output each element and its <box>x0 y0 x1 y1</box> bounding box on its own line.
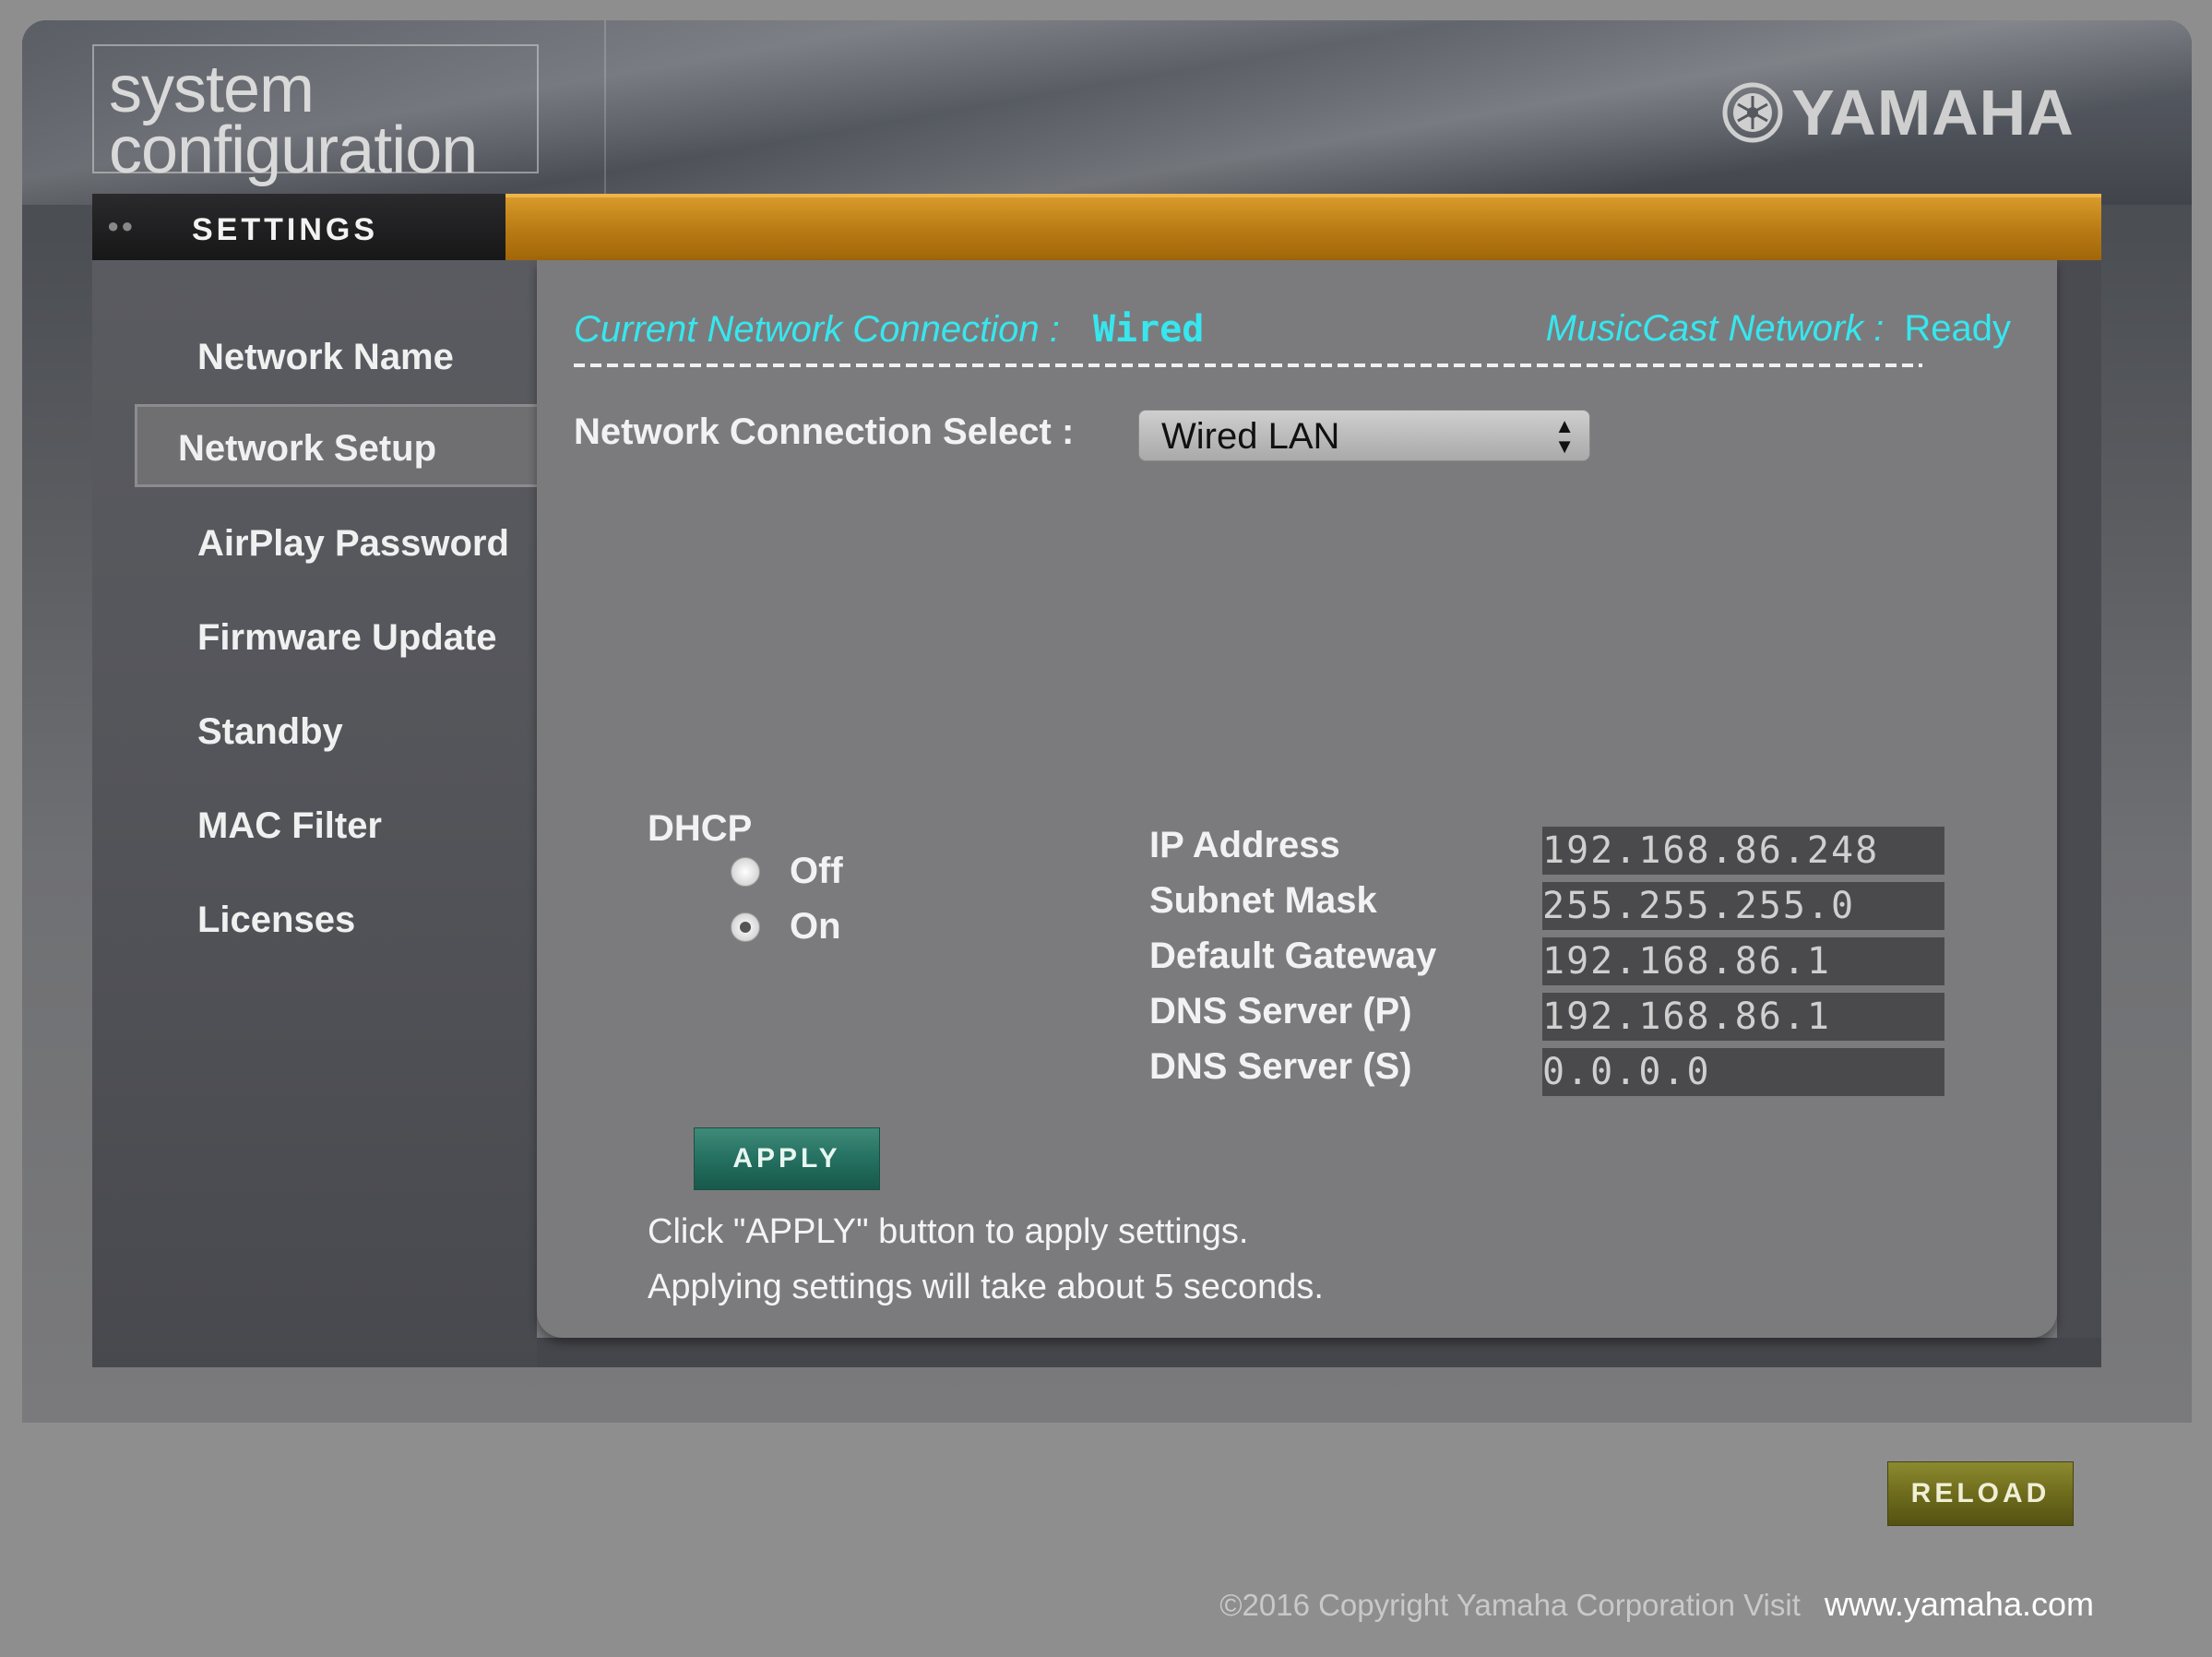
musiccast-value: Ready <box>1904 308 2011 349</box>
system-configuration-logo: system configuration <box>92 44 539 184</box>
reload-button[interactable]: RELOAD <box>1887 1461 2074 1526</box>
dns-secondary-field[interactable]: 0.0.0.0 <box>1542 1048 1944 1096</box>
sidebar-item-firmware-update[interactable]: Firmware Update <box>92 596 537 679</box>
network-connection-select[interactable]: Wired LAN ▲ ▼ <box>1138 410 1590 461</box>
sidebar-item-standby[interactable]: Standby <box>92 690 537 773</box>
apply-hint-line2: Applying settings will take about 5 seco… <box>648 1268 1324 1306</box>
subnet-mask-field[interactable]: 255.255.255.0 <box>1542 882 1944 930</box>
dhcp-off-radio[interactable] <box>731 856 760 887</box>
bottom-strip <box>537 1338 2101 1367</box>
dns-primary-field[interactable]: 192.168.86.1 <box>1542 993 1944 1041</box>
ip-address-field[interactable]: 192.168.86.248 <box>1542 827 1944 875</box>
dns-secondary-label: DNS Server (S) <box>1149 1046 1412 1087</box>
yamaha-site-link[interactable]: www.yamaha.com <box>1825 1585 2094 1624</box>
network-select-label: Network Connection Select : <box>574 411 1075 452</box>
select-arrows-icon: ▲ ▼ <box>1554 414 1575 458</box>
sidebar-item-licenses[interactable]: Licenses <box>92 878 537 961</box>
sidebar-item-network-name[interactable]: Network Name <box>92 316 537 399</box>
current-connection-status: Current Network Connection : Wired <box>574 308 1204 351</box>
musiccast-status: MusicCast Network : Ready <box>1546 308 2011 350</box>
network-select-value: Wired LAN <box>1161 416 1340 457</box>
copyright-text: ©2016 Copyright Yamaha Corporation Visit <box>1219 1588 1801 1622</box>
yamaha-brand: YAMAHA <box>1719 76 2075 149</box>
header-divider <box>604 20 606 205</box>
logo-line1: system <box>109 53 315 126</box>
default-gateway-field[interactable]: 192.168.86.1 <box>1542 937 1944 985</box>
tab-dots-icon: ●● <box>107 214 136 237</box>
settings-tab: ●● SETTINGS <box>92 194 505 264</box>
yamaha-tuning-fork-icon <box>1722 82 1783 143</box>
sidebar-item-airplay-password[interactable]: AirPlay Password <box>92 502 537 585</box>
dhcp-off-label: Off <box>790 851 843 891</box>
default-gateway-label: Default Gateway <box>1149 936 1437 976</box>
subnet-mask-label: Subnet Mask <box>1149 880 1377 921</box>
sidebar: Network Name Network Setup AirPlay Passw… <box>92 260 537 1367</box>
network-setup-panel: Current Network Connection : Wired MusicC… <box>537 260 2057 1338</box>
logo-line2: configuration <box>109 113 478 187</box>
connection-value: Wired <box>1092 308 1205 351</box>
header: system configuration YAMAHA <box>22 20 2192 205</box>
dhcp-on-radio[interactable] <box>731 912 760 942</box>
settings-tab-label: SETTINGS <box>192 212 379 247</box>
dhcp-on-label: On <box>790 906 841 947</box>
right-strip <box>2057 260 2101 1367</box>
dhcp-option-off[interactable]: Off <box>731 851 843 892</box>
musiccast-label: MusicCast Network : <box>1545 308 1885 349</box>
brand-name: YAMAHA <box>1791 77 2075 149</box>
dns-primary-label: DNS Server (P) <box>1149 991 1412 1031</box>
apply-hint-line1: Click "APPLY" button to apply settings. <box>648 1212 1249 1251</box>
sidebar-item-mac-filter[interactable]: MAC Filter <box>92 784 537 867</box>
sidebar-item-network-setup[interactable]: Network Setup <box>135 404 537 487</box>
dashed-divider <box>574 364 1922 367</box>
ip-address-label: IP Address <box>1149 825 1340 865</box>
footer: ©2016 Copyright Yamaha Corporation Visit… <box>1219 1585 2094 1624</box>
dhcp-option-on[interactable]: On <box>731 906 841 948</box>
dhcp-title: DHCP <box>648 808 753 849</box>
apply-button[interactable]: APPLY <box>694 1127 880 1190</box>
connection-label: Current Network Connection : <box>574 309 1060 350</box>
